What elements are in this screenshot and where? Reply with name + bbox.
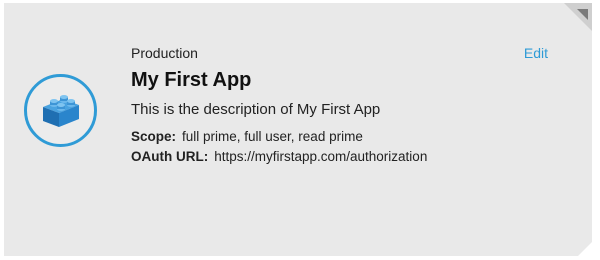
app-icon bbox=[24, 74, 97, 147]
app-description: This is the description of My First App bbox=[131, 101, 381, 118]
corner-triangle-icon bbox=[575, 7, 589, 21]
app-card: Production Edit My First App This is the… bbox=[4, 3, 592, 256]
oauth-url-label: OAuth URL: bbox=[131, 149, 209, 164]
edit-link[interactable]: Edit bbox=[524, 45, 548, 61]
environment-label: Production bbox=[131, 45, 198, 61]
oauth-url-row: OAuth URL: https://myfirstapp.com/authori… bbox=[131, 149, 427, 164]
app-title: My First App bbox=[131, 69, 252, 91]
lego-brick-icon bbox=[39, 91, 83, 133]
scope-row: Scope: full prime, full user, read prime bbox=[131, 129, 363, 144]
oauth-url-value: https://myfirstapp.com/authorization bbox=[214, 149, 428, 164]
scope-label: Scope: bbox=[131, 129, 177, 144]
corner-tab[interactable] bbox=[564, 3, 592, 31]
scope-value: full prime, full user, read prime bbox=[182, 129, 363, 144]
